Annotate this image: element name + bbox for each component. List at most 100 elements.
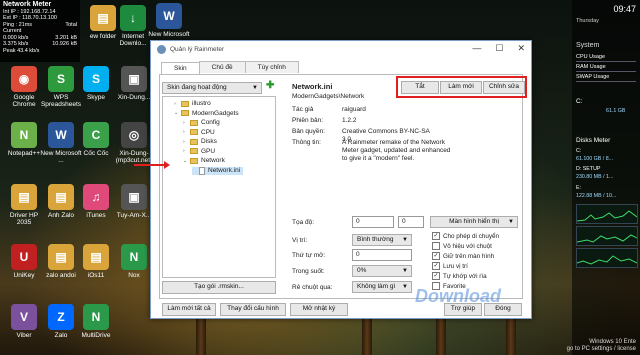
active-skins-dropdown[interactable]: Skin đang hoạt động ▼	[162, 82, 262, 94]
coord-x-input[interactable]: 0	[352, 216, 394, 228]
create-rmskin-button[interactable]: Tạo gói .rmskin...	[162, 281, 276, 294]
desktop-icon[interactable]: ♫ iTunes	[75, 184, 117, 219]
meta-label: Bản quyền:	[292, 128, 325, 135]
close-window-button[interactable]: ✕	[517, 43, 525, 54]
title-bar[interactable]: Quản lý Rainmeter — ☐ ✕	[151, 41, 531, 57]
tree-folder-item[interactable]: › illustro	[174, 100, 211, 107]
checkbox-label: Vô hiệu với chuột	[443, 242, 492, 250]
tree-folder-item[interactable]: ⌄ ModernGadgets	[174, 110, 239, 117]
desktop-icon[interactable]: N MultiDrive	[75, 304, 117, 339]
transparency-dropdown[interactable]: 0% ▼	[352, 265, 412, 277]
option-checkbox[interactable]: ✓ Giữ trên màn hình	[432, 252, 494, 260]
disk2-name: D: SETUP	[576, 166, 601, 172]
chevron-right-icon[interactable]: ›	[183, 139, 190, 145]
chevron-right-icon[interactable]: ›	[174, 101, 181, 107]
checkbox-label: Giữ trên màn hình	[443, 252, 495, 260]
desktop-icon[interactable]: S Skype	[75, 66, 117, 101]
meta-label: Thông tin:	[292, 139, 321, 146]
folder-icon	[181, 100, 189, 107]
disk-activity-graph	[576, 204, 638, 224]
desktop-icon[interactable]: ▤ Driver HP 2035	[3, 184, 45, 226]
on-hover-dropdown[interactable]: Không làm gì ▼	[352, 281, 412, 293]
desktop-icon[interactable]: C Cốc Cốc	[75, 122, 117, 157]
tab-strip: Skin Chủ đề Tùy chỉnh	[161, 61, 299, 74]
transparency-value: 0%	[357, 267, 367, 274]
chevron-right-icon[interactable]: ›	[183, 129, 190, 135]
clock: 09:47	[613, 4, 636, 14]
chevron-down-icon[interactable]: ⌄	[174, 110, 181, 116]
chevron-down-icon[interactable]: ⌄	[183, 158, 190, 164]
folder-icon	[190, 129, 198, 135]
chevron-right-icon[interactable]: ›	[183, 120, 190, 126]
tree-file-item[interactable]: Network.ini	[192, 166, 244, 175]
tree-folder-item[interactable]: › GPU	[183, 148, 215, 155]
app-icon: ▤	[48, 244, 74, 270]
disk3-name: E:	[576, 185, 582, 191]
chevron-right-icon[interactable]: ›	[183, 148, 190, 154]
watermark: Download	[415, 286, 501, 306]
tab-skin[interactable]: Skin	[161, 62, 200, 74]
desktop-icon[interactable]: N Nox	[113, 244, 155, 279]
chevron-down-icon: ▼	[402, 268, 408, 274]
display-monitor-button[interactable]: Màn hình hiển thị ▼	[430, 216, 518, 228]
tree-folder-item[interactable]: › Disks	[183, 138, 217, 145]
desktop-icon[interactable]: N Notepad++	[3, 122, 45, 157]
maximize-button[interactable]: ☐	[495, 43, 503, 54]
desktop-icon-label: Xin-Dung...	[117, 94, 151, 101]
option-checkbox[interactable]: Vô hiệu với chuột	[432, 242, 492, 250]
checkbox-label: Tự khớp với rìa	[443, 272, 487, 280]
desktop-icon[interactable]: ▣ Xin-Dung...	[113, 66, 155, 101]
checkbox-checked-icon[interactable]: ✓	[432, 272, 440, 280]
desktop-icon[interactable]: ◎ Xin-Dung-(mp3cut.net)	[113, 122, 155, 164]
desktop-icon[interactable]: V Viber	[3, 304, 45, 339]
checkbox-checked-icon[interactable]: ✓	[432, 232, 440, 240]
app-icon: ◉	[11, 66, 37, 92]
open-log-button[interactable]: Mở nhật ký	[290, 303, 348, 316]
checkbox-empty-icon[interactable]	[432, 242, 440, 250]
app-icon: ♫	[83, 184, 109, 210]
tree-item-label: ModernGadgets	[192, 109, 239, 117]
checkbox-checked-icon[interactable]: ✓	[432, 262, 440, 270]
tree-folder-item[interactable]: › Config	[183, 119, 220, 126]
checkbox-checked-icon[interactable]: ✓	[432, 252, 440, 260]
right-gadgets-panel: 09:47 Thursday System CPU Usage RAM Usag…	[572, 0, 640, 355]
desktop-icon[interactable]: ▣ Tuy-Am-X...	[113, 184, 155, 219]
tab-themes[interactable]: Chủ đề	[198, 61, 246, 73]
skin-path: ModernGadgets\Network	[292, 93, 365, 100]
desktop-icon-label: Driver HP 2035	[9, 212, 39, 226]
desktop-icon[interactable]: ▤ iOs11	[75, 244, 117, 279]
option-checkbox[interactable]: ✓ Cho phép di chuyển	[432, 232, 499, 240]
tab-settings[interactable]: Tùy chỉnh	[244, 61, 299, 73]
position-dropdown[interactable]: Bình thường ▼	[352, 234, 412, 246]
tree-item-label: GPU	[201, 147, 216, 155]
tree-folder-item[interactable]: › CPU	[183, 129, 215, 136]
app-icon: ▤	[83, 244, 109, 270]
refresh-all-button[interactable]: Làm mới tất cả	[162, 303, 216, 316]
meta-label: Tác giả	[292, 106, 314, 113]
folder-icon	[181, 110, 189, 116]
minimize-button[interactable]: —	[472, 43, 481, 54]
network-meter-gadget[interactable]: Network Meter Int IP : 192.168.72.14 Ext…	[0, 0, 80, 62]
desktop-icon[interactable]: U UniKey	[3, 244, 45, 279]
tree-item-label: Network.ini	[208, 167, 241, 174]
rainmeter-app-icon	[157, 44, 166, 54]
desktop-icon-label: Tuy-Am-X...	[116, 212, 152, 219]
disks-meter-title: Disks Meter	[576, 137, 611, 144]
coord-y-input[interactable]: 0	[398, 216, 424, 228]
tree-folder-item[interactable]: ⌄ Network	[183, 157, 225, 164]
app-icon: ▤	[48, 184, 74, 210]
desktop-icon[interactable]: ◉ Google Chrome	[3, 66, 45, 108]
option-checkbox[interactable]: ✓ Tự khớp với rìa	[432, 272, 487, 280]
edit-settings-button[interactable]: Thay đổi cấu hình	[220, 303, 286, 316]
app-icon: ◎	[121, 122, 147, 148]
tree-item-label: Config	[201, 119, 220, 126]
option-checkbox[interactable]: ✓ Lưu vị trí	[432, 262, 468, 270]
load-order-input[interactable]: 0	[352, 249, 412, 261]
desktop-icon-label: UniKey	[13, 272, 35, 279]
position-value: Bình thường	[357, 236, 394, 243]
app-icon: C	[83, 122, 109, 148]
add-skin-icon[interactable]: ✚	[266, 80, 274, 91]
chevron-down-icon: ▼	[508, 219, 514, 225]
desktop-icon[interactable]: W New Microsoft ...	[148, 3, 190, 45]
app-icon: V	[11, 304, 37, 330]
